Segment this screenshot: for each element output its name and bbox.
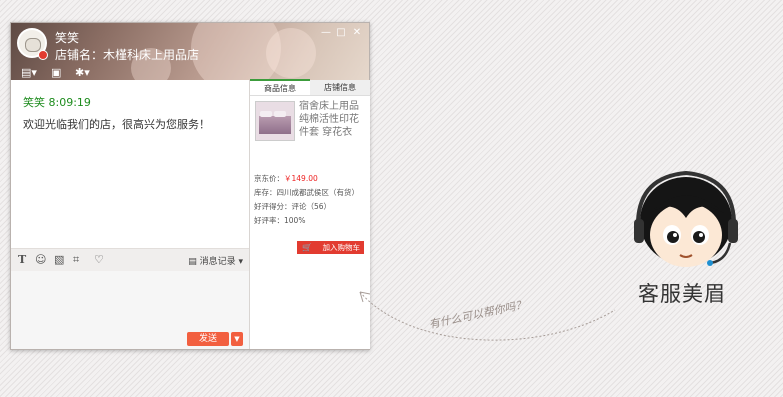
bottom-bar: 发送 ▼ — [11, 329, 249, 349]
price-label: 京东价： — [254, 174, 284, 183]
mascot-icon — [634, 170, 738, 267]
chat-icon[interactable]: ▣ — [51, 66, 61, 79]
emoji-icon[interactable]: ☺ — [35, 253, 46, 266]
toolbar: ▤▾ ▣ ✱▾ — [11, 64, 369, 80]
message-area: 笑笑 8:09:19 欢迎光临我们的店，很高兴为您服务！ — [11, 80, 249, 248]
tab-shop-info[interactable]: 店铺信息 — [310, 80, 370, 95]
title-bar: 笑笑 店铺名：木槿科床上用品店 — □ ✕ ▤▾ ▣ ✱▾ — [11, 23, 369, 80]
history-button[interactable]: ▤ 消息记录 ▾ — [188, 254, 243, 267]
cart-icon: 🛒 — [302, 243, 312, 252]
chat-window: 笑笑 店铺名：木槿科床上用品店 — □ ✕ ▤▾ ▣ ✱▾ 笑笑 8:09:19… — [10, 22, 370, 350]
mascot-title: 客服美眉 — [638, 282, 726, 306]
send-options-button[interactable]: ▼ — [231, 332, 243, 346]
heart-icon[interactable]: ♡ — [94, 253, 104, 266]
message-time: 8:09:19 — [48, 96, 91, 109]
cart-label: 加入购物车 — [322, 243, 361, 252]
side-tabs: 商品信息 店铺信息 — [250, 79, 370, 96]
status-dot — [38, 50, 48, 60]
add-to-cart-button[interactable]: 🛒 加入购物车 — [297, 241, 364, 254]
close-button[interactable]: ✕ — [351, 27, 363, 38]
product-image[interactable] — [255, 101, 295, 141]
font-icon[interactable]: T — [18, 253, 26, 266]
sender-name: 笑笑 — [23, 96, 45, 109]
image-icon[interactable]: ▧ — [54, 253, 64, 266]
minimize-button[interactable]: — — [320, 27, 332, 38]
file-icon[interactable]: ▤▾ — [21, 66, 37, 79]
edit-toolbar: T ☺ ▧ ⌗ ♡ ▤ 消息记录 ▾ — [11, 248, 249, 271]
history-label: 消息记录 — [199, 257, 236, 267]
message-header: 笑笑 8:09:19 — [23, 94, 91, 110]
maximize-button[interactable]: □ — [335, 27, 347, 38]
product-title[interactable]: 宿舍床上用品纯棉活性印花件套 穿花衣 — [299, 100, 365, 139]
contact-name: 笑笑 — [55, 31, 80, 45]
decorative-arrow — [359, 291, 616, 341]
message-input[interactable] — [11, 271, 249, 329]
rating-line: 好评得分：评论（56） — [254, 202, 332, 211]
tab-product-info[interactable]: 商品信息 — [250, 79, 310, 95]
gear-icon[interactable]: ✱▾ — [75, 66, 90, 79]
screenshot-icon[interactable]: ⌗ — [73, 253, 79, 267]
shop-name: 店铺名：木槿科床上用品店 — [55, 48, 200, 62]
send-button[interactable]: 发送 — [187, 332, 229, 346]
price-line: 京东价：￥149.00 — [254, 173, 318, 184]
stock-line: 库存：四川成都武侯区（有货） — [254, 188, 359, 197]
price-value: ￥149.00 — [284, 174, 318, 183]
message-text: 欢迎光临我们的店，很高兴为您服务！ — [23, 118, 210, 131]
rate-line: 好评率：100% — [254, 216, 306, 225]
